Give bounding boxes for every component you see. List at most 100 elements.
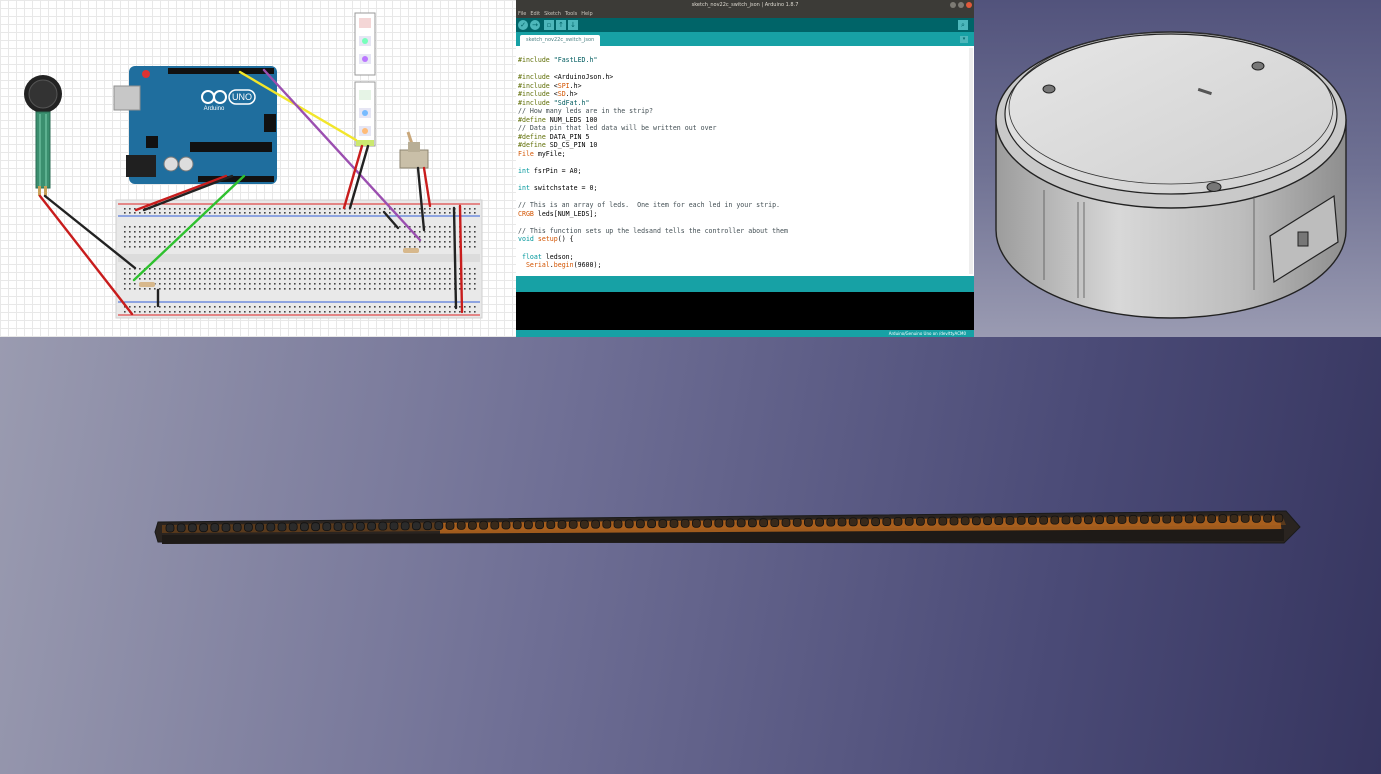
breadboard-hole bbox=[219, 288, 221, 290]
breadboard-hole bbox=[364, 246, 366, 248]
breadboard-hole bbox=[259, 288, 261, 290]
maximize-button[interactable] bbox=[958, 2, 964, 8]
breadboard-hole bbox=[474, 311, 476, 313]
breadboard-hole bbox=[384, 306, 386, 308]
breadboard-hole bbox=[444, 268, 446, 270]
led-bead bbox=[344, 521, 354, 531]
breadboard-hole bbox=[149, 231, 151, 233]
led-bead bbox=[1252, 513, 1261, 523]
menu-sketch[interactable]: Sketch bbox=[544, 10, 561, 18]
breadboard-hole bbox=[369, 226, 371, 228]
breadboard-hole bbox=[304, 268, 306, 270]
breadboard-hole bbox=[399, 268, 401, 270]
breadboard-hole bbox=[359, 231, 361, 233]
breadboard-hole bbox=[314, 212, 316, 214]
new-button[interactable]: ▫ bbox=[544, 20, 554, 30]
verify-button[interactable]: ✓ bbox=[518, 20, 528, 30]
open-button[interactable]: ↑ bbox=[556, 20, 566, 30]
breadboard-hole bbox=[259, 283, 261, 285]
breadboard-hole bbox=[214, 306, 216, 308]
breadboard-hole bbox=[194, 278, 196, 280]
menu-tools[interactable]: Tools bbox=[565, 10, 577, 18]
breadboard-hole bbox=[124, 246, 126, 248]
breadboard-hole bbox=[344, 241, 346, 243]
breadboard-hole bbox=[324, 226, 326, 228]
breadboard-hole bbox=[189, 208, 191, 210]
breadboard-hole bbox=[204, 311, 206, 313]
breadboard-hole bbox=[279, 278, 281, 280]
breadboard-hole bbox=[274, 311, 276, 313]
breadboard-hole bbox=[364, 278, 366, 280]
breadboard-hole bbox=[134, 212, 136, 214]
breadboard-hole bbox=[239, 241, 241, 243]
breadboard-hole bbox=[184, 288, 186, 290]
breadboard-hole bbox=[204, 208, 206, 210]
breadboard-hole bbox=[364, 236, 366, 238]
breadboard-hole bbox=[359, 311, 361, 313]
breadboard-hole bbox=[299, 208, 301, 210]
breadboard-hole bbox=[244, 288, 246, 290]
breadboard-hole bbox=[429, 246, 431, 248]
led-bead bbox=[1240, 513, 1250, 523]
breadboard-hole bbox=[304, 226, 306, 228]
breadboard-hole bbox=[164, 311, 166, 313]
save-button[interactable]: ↓ bbox=[568, 20, 578, 30]
upload-button[interactable]: → bbox=[530, 20, 540, 30]
arduino-uno-label: UNO bbox=[232, 92, 252, 102]
breadboard-hole bbox=[129, 273, 131, 275]
breadboard-hole bbox=[324, 246, 326, 248]
breadboard-hole bbox=[124, 283, 126, 285]
tab-row: sketch_nov22c_switch_json ▾ bbox=[516, 32, 974, 46]
breadboard-hole bbox=[139, 311, 141, 313]
menu-edit[interactable]: Edit bbox=[530, 10, 540, 18]
breadboard-hole bbox=[329, 212, 331, 214]
tab-menu-button[interactable]: ▾ bbox=[960, 36, 968, 43]
breadboard-hole bbox=[394, 278, 396, 280]
breadboard-hole bbox=[259, 231, 261, 233]
breadboard-hole bbox=[224, 226, 226, 228]
menu-file[interactable]: File bbox=[518, 10, 526, 18]
breadboard-hole bbox=[194, 283, 196, 285]
breadboard-hole bbox=[409, 212, 411, 214]
breadboard-hole bbox=[409, 283, 411, 285]
close-button[interactable] bbox=[966, 2, 972, 8]
breadboard-hole bbox=[124, 278, 126, 280]
minimize-button[interactable] bbox=[950, 2, 956, 8]
breadboard-hole bbox=[139, 268, 141, 270]
breadboard-hole bbox=[419, 246, 421, 248]
menu-help[interactable]: Help bbox=[581, 10, 592, 18]
breadboard-hole bbox=[179, 226, 181, 228]
code-editor[interactable]: #include "FastLED.h" #include <ArduinoJs… bbox=[516, 46, 974, 276]
led-bead bbox=[692, 518, 701, 528]
editor-scrollbar[interactable] bbox=[969, 48, 973, 274]
breadboard-hole bbox=[464, 311, 466, 313]
serial-monitor-button[interactable]: ⌕ bbox=[958, 20, 968, 30]
breadboard-hole bbox=[344, 306, 346, 308]
breadboard-hole bbox=[474, 246, 476, 248]
breadboard-hole bbox=[389, 283, 391, 285]
breadboard-hole bbox=[384, 283, 386, 285]
led-bead bbox=[636, 519, 645, 529]
breadboard-hole bbox=[229, 236, 231, 238]
breadboard-hole bbox=[224, 283, 226, 285]
breadboard-hole bbox=[364, 241, 366, 243]
breadboard-hole bbox=[174, 236, 176, 238]
led-bead bbox=[871, 517, 880, 527]
breadboard-hole bbox=[439, 268, 441, 270]
breadboard-hole bbox=[159, 268, 161, 270]
breadboard-hole bbox=[239, 212, 241, 214]
breadboard-hole bbox=[254, 306, 256, 308]
breadboard-hole bbox=[129, 236, 131, 238]
breadboard-hole bbox=[194, 268, 196, 270]
breadboard-hole bbox=[344, 268, 346, 270]
breadboard-hole bbox=[269, 236, 271, 238]
breadboard-hole bbox=[194, 311, 196, 313]
breadboard-hole bbox=[329, 288, 331, 290]
breadboard-hole bbox=[254, 273, 256, 275]
breadboard-hole bbox=[169, 278, 171, 280]
breadboard-hole bbox=[334, 268, 336, 270]
breadboard-hole bbox=[344, 273, 346, 275]
breadboard-hole bbox=[319, 306, 321, 308]
led-bead bbox=[658, 519, 668, 529]
tab-sketch[interactable]: sketch_nov22c_switch_json bbox=[520, 35, 601, 46]
